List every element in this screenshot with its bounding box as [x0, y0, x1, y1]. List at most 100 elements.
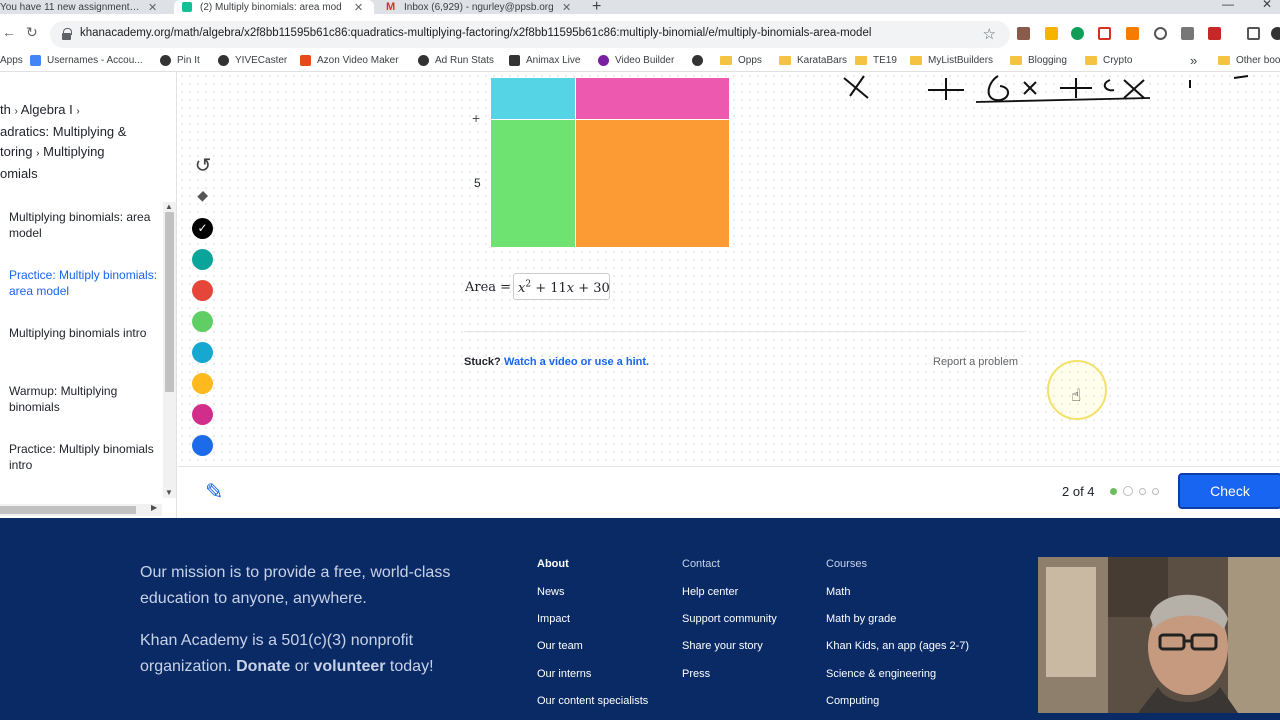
extension-icon[interactable] [1208, 27, 1221, 40]
scratchpad-pencil-icon[interactable]: ✎ [205, 479, 223, 505]
bookmark-label: Crypto [1103, 55, 1133, 66]
bookmark-blogging[interactable]: Blogging [1010, 55, 1067, 66]
bookmark-crypto[interactable]: Crypto [1085, 55, 1132, 66]
cell-5-by-x [491, 120, 575, 247]
footer-link[interactable]: Math by grade [826, 613, 896, 625]
donate-link[interactable]: Donate [236, 658, 290, 675]
bookmark-globe[interactable] [692, 55, 709, 66]
lesson-item[interactable]: Practice: Multiply binomials intro [9, 442, 159, 473]
scroll-up-icon[interactable]: ▲ [165, 202, 173, 211]
check-button[interactable]: Check [1178, 473, 1280, 509]
breadcrumb-item[interactable]: Algebra I [21, 102, 73, 117]
footer-link[interactable]: Our interns [537, 668, 591, 680]
rss-icon[interactable] [1126, 27, 1139, 40]
sidebar-hscroll-thumb[interactable] [0, 506, 136, 514]
close-icon[interactable]: ✕ [148, 1, 157, 14]
gmail-icon: M [386, 1, 396, 13]
profile-avatar[interactable] [1271, 27, 1280, 40]
color-swatch[interactable] [192, 280, 213, 301]
area-answer-input[interactable]: x2 + 11x + 30 [513, 273, 610, 300]
extension-icon[interactable] [1098, 27, 1111, 40]
color-swatch[interactable] [192, 311, 213, 332]
footer-link[interactable]: Support community [682, 613, 777, 625]
side-label-plus: + [472, 110, 481, 126]
breadcrumb-item[interactable]: toring [0, 144, 33, 159]
footer-link[interactable]: Khan Kids, an app (ages 2-7) [826, 640, 969, 652]
hint-link[interactable]: Watch a video or use a hint. [504, 356, 649, 368]
hand-cursor-icon: ☝ [1071, 386, 1082, 405]
close-icon[interactable]: ✕ [562, 1, 571, 14]
scroll-down-icon[interactable]: ▼ [165, 488, 173, 497]
footer-link[interactable]: Impact [537, 613, 570, 625]
footer-link[interactable]: Our team [537, 640, 583, 652]
cast-icon[interactable] [1247, 27, 1260, 40]
extension-icon[interactable] [1154, 27, 1167, 40]
bookmark-azon[interactable]: Azon Video Maker [300, 55, 399, 66]
bookmark-label: Blogging [1028, 55, 1067, 66]
breadcrumb-item[interactable]: Multiplying [43, 144, 104, 159]
bookmark-star-icon[interactable]: ☆ [983, 25, 996, 43]
bookmark-yivecaster[interactable]: YIVECaster [218, 55, 287, 66]
footer-link[interactable]: Help center [682, 586, 738, 598]
bookmark-mylistbuilders[interactable]: MyListBuilders [910, 55, 993, 66]
address-bar[interactable]: khanacademy.org/math/algebra/x2f8bb11595… [50, 21, 1010, 48]
report-problem-link[interactable]: Report a problem [933, 356, 1018, 368]
color-swatch[interactable] [192, 435, 213, 456]
lesson-item[interactable]: Multiplying binomials intro [9, 326, 159, 342]
bookmark-te19[interactable]: TE19 [855, 55, 897, 66]
color-swatch[interactable] [192, 249, 213, 270]
color-swatch[interactable] [192, 373, 213, 394]
breadcrumb-item[interactable]: omials [0, 166, 38, 181]
undo-icon[interactable]: ↺ [192, 155, 214, 177]
webcam-person-image [1038, 557, 1280, 713]
extension-icon[interactable] [1181, 27, 1194, 40]
reload-icon[interactable]: ↻ [26, 24, 38, 41]
bookmark-opps[interactable]: Opps [720, 55, 762, 66]
footer-link[interactable]: News [537, 586, 565, 598]
lesson-item-active[interactable]: Practice: Multiply binomials: area model [9, 268, 159, 299]
close-icon[interactable]: ✕ [354, 1, 363, 14]
extension-icon[interactable] [1017, 27, 1030, 40]
bookmark-ad-run-stats[interactable]: Ad Run Stats [418, 55, 494, 66]
bookmark-apps[interactable]: Apps [0, 55, 23, 66]
bookmark-label: Ad Run Stats [435, 55, 494, 66]
lesson-item[interactable]: Warmup: Multiplying binomials [9, 384, 159, 415]
color-swatch[interactable] [192, 342, 213, 363]
tab-assignments[interactable]: You have 11 new assignments! - C ✕ [0, 0, 170, 14]
breadcrumb-item[interactable]: th [0, 102, 11, 117]
footer-link[interactable]: Computing [826, 695, 879, 707]
bookmark-karatbars[interactable]: KarataBars [779, 55, 847, 66]
scroll-right-icon[interactable]: ▶ [151, 503, 157, 512]
stuck-label: Stuck? [464, 356, 501, 368]
bookmark-label: YIVECaster [235, 55, 288, 66]
close-window-icon[interactable]: ✕ [1262, 0, 1272, 11]
footer-link[interactable]: Our content specialists [537, 695, 648, 707]
bookmark-other[interactable]: Other boo [1218, 55, 1280, 66]
lesson-item[interactable]: Multiplying binomials: area model [9, 210, 159, 241]
bookmarks-overflow-icon[interactable]: » [1190, 53, 1197, 68]
extension-icon[interactable] [1045, 27, 1058, 40]
color-black-selected[interactable]: ✓ [192, 218, 213, 239]
footer-link[interactable]: Share your story [682, 640, 763, 652]
bookmark-animax[interactable]: Animax Live [509, 55, 580, 66]
minimize-icon[interactable]: — [1222, 0, 1234, 11]
tab-inbox[interactable]: M Inbox (6,929) - ngurley@ppsb.org ✕ [378, 0, 578, 14]
tab-multiply-binomials[interactable]: (2) Multiply binomials: area mod ✕ [174, 0, 374, 14]
footer-link[interactable]: Press [682, 668, 710, 680]
volunteer-link[interactable]: volunteer [313, 658, 385, 675]
bookmark-pin-it[interactable]: Pin It [160, 55, 200, 66]
khan-academy-icon [182, 2, 192, 12]
footer-link[interactable]: Math [826, 586, 850, 598]
footer-about-heading[interactable]: About [537, 558, 569, 570]
sidebar-scroll-thumb[interactable] [165, 212, 174, 392]
bookmark-usernames[interactable]: Usernames - Accou... [30, 55, 143, 66]
eraser-icon[interactable] [192, 186, 214, 208]
footer-link[interactable]: Science & engineering [826, 668, 936, 680]
color-swatch[interactable] [192, 404, 213, 425]
extension-icon[interactable] [1071, 27, 1084, 40]
breadcrumb-item[interactable]: adratics: Multiplying & [0, 124, 126, 139]
tab-title: Inbox (6,929) - ngurley@ppsb.org [404, 1, 554, 13]
bookmark-video-builder[interactable]: Video Builder [598, 55, 674, 66]
back-icon[interactable]: ← [2, 24, 16, 40]
side-label-5: 5 [474, 176, 481, 190]
